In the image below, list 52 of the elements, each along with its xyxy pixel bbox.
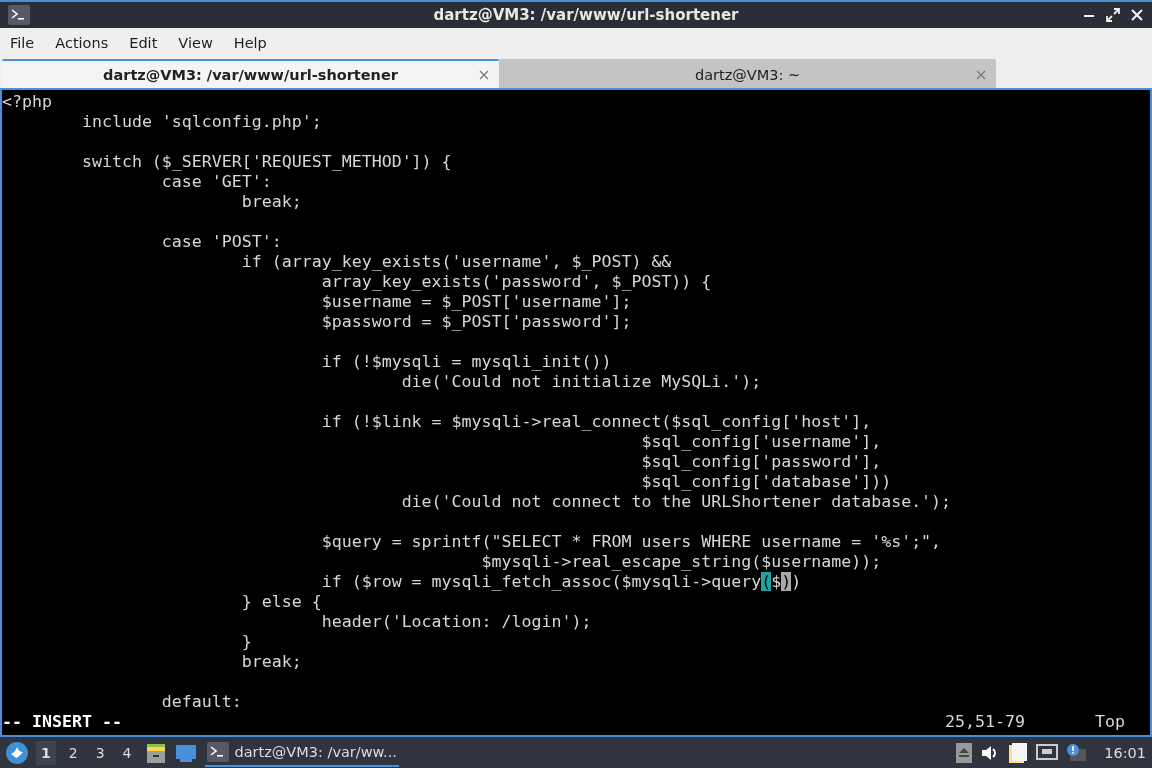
code-line: case 'GET':	[160, 172, 272, 192]
code-line: break;	[240, 192, 302, 212]
code-line: if ($row = mysqli_fetch_assoc($mysqli->query($))	[320, 572, 802, 592]
code-line: include 'sqlconfig.php';	[80, 112, 322, 132]
clipboard-icon[interactable]	[1008, 741, 1029, 764]
tab[interactable]: dartz@VM3: ~	[499, 59, 996, 88]
menu-item[interactable]: Help	[233, 34, 267, 51]
maximize-icon[interactable]	[1106, 8, 1120, 22]
workspace-button[interactable]: 3	[90, 740, 110, 765]
code-line: case 'POST':	[160, 232, 282, 252]
code-line: $sql_config['username'],	[640, 432, 882, 452]
code-line: $sql_config['database']))	[640, 472, 892, 492]
file-cabinet-icon[interactable]	[144, 741, 167, 764]
window-title: dartz@VM3: /var/www/url-shortener	[432, 6, 739, 24]
code-line: if (!$link = $mysqli->real_connect($sql_config['host'],	[320, 412, 872, 432]
network-icon[interactable]	[1036, 743, 1059, 762]
code-line: default:	[160, 692, 242, 712]
code-line: if (!$mysqli = mysqli_init())	[320, 352, 612, 372]
workspace-button[interactable]: 2	[63, 740, 83, 765]
tab[interactable]: dartz@VM3: /var/www/url-shortener	[2, 59, 499, 88]
clock: 16:01	[1104, 744, 1146, 761]
code-line: die('Could not connect to the URLShortener database.');	[400, 492, 952, 512]
eject-icon[interactable]	[956, 742, 973, 763]
code-line: $username = $_POST['username'];	[320, 292, 632, 312]
code-line: header('Location: /login');	[320, 612, 592, 632]
workspace-button[interactable]: 4	[117, 740, 137, 765]
code-line: } else {	[240, 592, 322, 612]
mode-indicator: -- INSERT --	[2, 712, 123, 732]
menu-item[interactable]: Edit	[129, 34, 158, 51]
scroll-position: Top	[1095, 712, 1126, 732]
code-line: array_key_exists('password', $_POST)) {	[320, 272, 712, 292]
code-line: break;	[240, 652, 302, 672]
code-line: $password = $_POST['password'];	[320, 312, 632, 332]
code-line: die('Could not initialize MySQLi.');	[400, 372, 762, 392]
code-line: }	[240, 632, 252, 652]
terminal-icon	[8, 5, 30, 25]
code-line: $query = sprintf("SELECT * FROM users WHERE username = '%s';",	[320, 532, 942, 552]
taskbar-task[interactable]: dartz@VM3: /var/ww...	[204, 738, 399, 767]
code-line: $mysqli->real_escape_string($username));	[480, 552, 882, 572]
code-line: if (array_key_exists('username', $_POST) &&	[240, 252, 672, 272]
desktop-icon[interactable]	[174, 742, 197, 763]
code-line: $sql_config['password'],	[640, 452, 882, 472]
cursor-position: 25,51-79	[945, 712, 1026, 732]
menu-item[interactable]: File	[10, 34, 35, 51]
workspace-button[interactable]: 1	[36, 740, 56, 765]
menu-item[interactable]: View	[178, 34, 213, 51]
code-line: switch ($_SERVER['REQUEST_METHOD']) {	[80, 152, 452, 172]
notification-icon[interactable]	[1066, 742, 1087, 763]
app-menu-icon[interactable]	[6, 741, 28, 764]
menu-item[interactable]: Actions	[55, 34, 109, 51]
terminal-icon	[206, 741, 229, 762]
code-line: <?php	[2, 92, 52, 112]
